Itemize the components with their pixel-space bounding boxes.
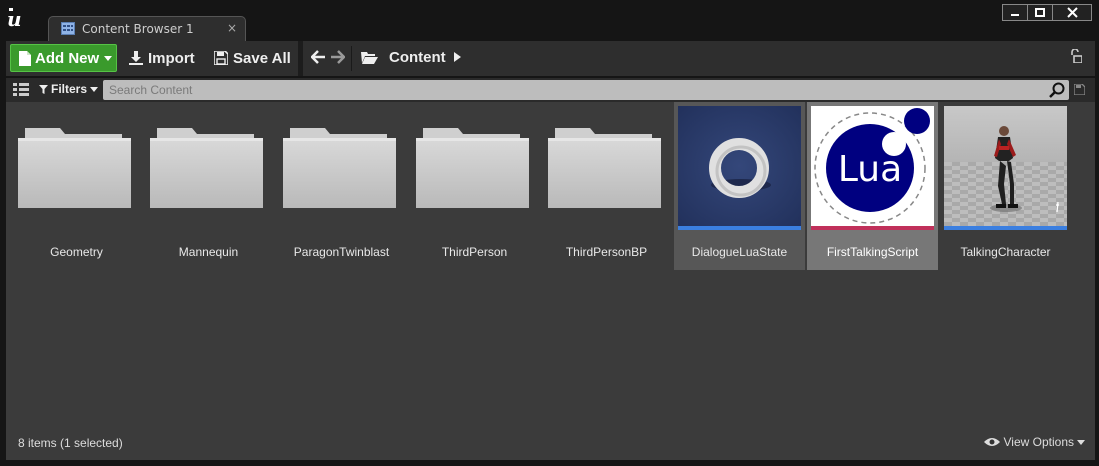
add-new-button[interactable]: Add New — [10, 44, 117, 72]
add-new-label: Add New — [35, 49, 100, 67]
arrow-right-icon[interactable] — [330, 50, 345, 64]
folder-thumbnail — [413, 106, 536, 230]
folder-tile[interactable]: ThirdPerson — [409, 102, 540, 270]
minimize-icon — [1011, 13, 1019, 16]
breadcrumb-content[interactable]: Content — [389, 49, 446, 66]
asset-name: Mannequin — [178, 245, 239, 259]
new-file-icon — [19, 50, 31, 66]
close-icon — [1066, 7, 1078, 18]
lua-state-ring-icon — [678, 106, 801, 230]
save-all-label: Save All — [233, 49, 291, 67]
tab-close-icon[interactable]: × — [227, 21, 237, 35]
unreal-engine-logo-icon: u — [7, 7, 22, 30]
save-all-button[interactable]: Save All — [214, 44, 291, 72]
asset-thumbnail: Lua — [811, 106, 934, 230]
search-icon[interactable] — [1049, 82, 1065, 98]
folder-icon — [548, 128, 661, 208]
tab-label: Content Browser 1 — [82, 22, 194, 36]
item-count-status: 8 items (1 selected) — [18, 436, 123, 450]
import-button[interactable]: Import — [129, 44, 195, 72]
folder-thumbnail — [545, 106, 668, 230]
asset-name: DialogueLuaState — [691, 245, 788, 259]
chevron-down-icon — [90, 86, 99, 92]
asset-name: Geometry — [50, 245, 103, 259]
sources-panel-toggle-icon[interactable] — [13, 83, 29, 97]
asset-name: ThirdPersonBP — [565, 245, 648, 259]
folder-thumbnail — [280, 106, 403, 230]
asset-tile-first-talking-script[interactable]: Lua FirstTalkingScript — [807, 102, 938, 270]
search-box — [103, 80, 1069, 100]
content-browser-tab-icon — [61, 22, 75, 35]
asset-view: Geometry Mannequin ParagonTwinblast Thir… — [6, 102, 1095, 460]
filters-dropdown[interactable]: Filters — [39, 82, 99, 96]
arrow-left-icon[interactable] — [311, 50, 326, 64]
folder-icon — [150, 128, 263, 208]
close-window-button[interactable] — [1052, 4, 1092, 21]
breadcrumb-chevron-right-icon[interactable] — [454, 52, 461, 62]
save-search-icon[interactable] — [1074, 84, 1085, 95]
folder-tile[interactable]: ParagonTwinblast — [276, 102, 407, 270]
download-icon — [129, 51, 143, 65]
content-browser-toolbar: Add New Import Save All Content — [6, 41, 1095, 76]
asset-tile-dialogue-lua-state[interactable]: DialogueLuaState — [674, 102, 805, 270]
folder-thumbnail — [15, 106, 138, 230]
title-bar: u Content Browser 1 × — [0, 0, 1099, 41]
folder-icon — [416, 128, 529, 208]
asset-name: ThirdPerson — [441, 245, 508, 259]
import-label: Import — [148, 49, 195, 67]
folder-thumbnail — [147, 106, 270, 230]
tab-content-browser[interactable]: Content Browser 1 × — [48, 16, 246, 41]
asset-name: TalkingCharacter — [960, 245, 1051, 259]
chevron-down-icon — [1077, 439, 1085, 445]
view-options-label: View Options — [1003, 435, 1074, 449]
save-icon — [214, 51, 228, 65]
folder-icon — [18, 128, 131, 208]
character-preview-icon — [944, 106, 1067, 230]
nav-divider — [351, 46, 352, 71]
filter-bar: Filters — [6, 78, 1095, 102]
folder-tile[interactable]: ThirdPersonBP — [541, 102, 672, 270]
unlock-icon[interactable] — [1070, 49, 1082, 63]
lua-logo-text: Lua — [837, 149, 903, 190]
asset-thumbnail — [678, 106, 801, 230]
asset-name: ParagonTwinblast — [293, 245, 390, 259]
view-options-button[interactable]: View Options — [983, 435, 1085, 449]
open-folder-icon[interactable] — [361, 51, 378, 64]
search-input[interactable] — [109, 82, 1029, 98]
maximize-icon — [1035, 7, 1045, 17]
asset-thumbnail — [944, 106, 1067, 230]
toolbar-divider — [298, 41, 303, 76]
asset-name: FirstTalkingScript — [826, 245, 919, 259]
folder-tile[interactable]: Mannequin — [143, 102, 274, 270]
folder-tile[interactable]: Geometry — [11, 102, 142, 270]
folder-icon — [283, 128, 396, 208]
maximize-button[interactable] — [1027, 4, 1053, 21]
eye-icon — [983, 438, 1000, 446]
filter-funnel-icon — [39, 84, 48, 94]
chevron-down-icon — [104, 55, 113, 61]
minimize-button[interactable] — [1002, 4, 1028, 21]
asset-tile-talking-character[interactable]: TalkingCharacter — [940, 102, 1071, 270]
filters-label: Filters — [51, 82, 88, 96]
